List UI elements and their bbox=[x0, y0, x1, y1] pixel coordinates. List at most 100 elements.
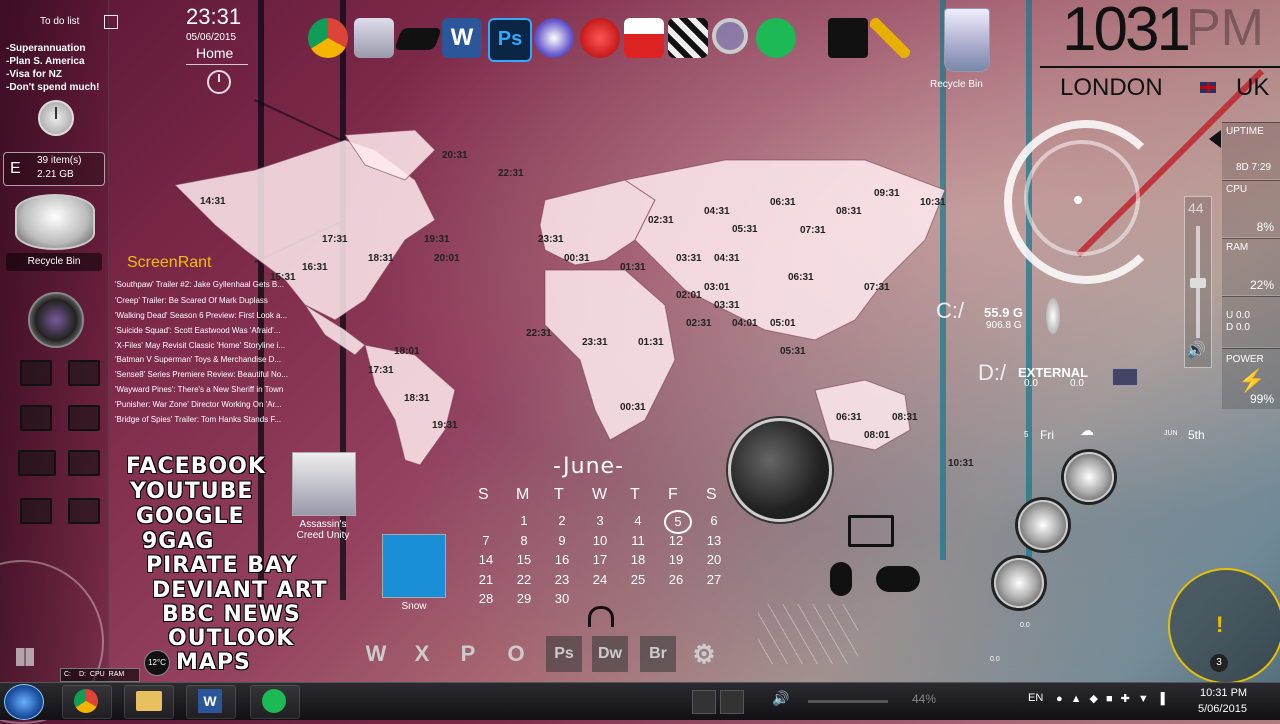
skyrim-icon[interactable] bbox=[828, 18, 868, 58]
snow-icon[interactable] bbox=[382, 534, 446, 598]
news-item[interactable]: 'Batman V Superman' Toys & Merchandise D… bbox=[115, 355, 305, 364]
calendar-day[interactable]: 2 bbox=[550, 513, 574, 528]
news-item[interactable]: 'Creep' Trailer: Be Scared Of Mark Dupla… bbox=[115, 296, 305, 305]
taskbar-date[interactable]: 5/06/2015 bbox=[1198, 703, 1247, 715]
calendar-day[interactable]: 20 bbox=[702, 552, 726, 567]
outlook-app-icon[interactable]: O bbox=[498, 636, 534, 672]
calendar-day[interactable]: 5 bbox=[664, 510, 692, 534]
link-pirate-bay[interactable]: PIRATE BAY bbox=[146, 553, 298, 578]
recycle-bin-label[interactable]: Recycle Bin bbox=[6, 253, 102, 271]
powerpoint-app-icon[interactable]: P bbox=[450, 636, 486, 672]
calendar-day[interactable]: 9 bbox=[550, 533, 574, 548]
link-9gag[interactable]: 9GAG bbox=[142, 529, 214, 554]
compass-app-button[interactable] bbox=[1064, 452, 1114, 502]
todo-item[interactable]: -Don't spend much! bbox=[6, 81, 99, 94]
word-app-icon[interactable]: W bbox=[358, 636, 394, 672]
calendar-day[interactable]: 10 bbox=[588, 533, 612, 548]
gamepad-icon[interactable] bbox=[876, 566, 920, 592]
word-icon[interactable]: W bbox=[442, 18, 482, 58]
news-item[interactable]: 'Punisher: War Zone' Director Working On… bbox=[115, 400, 305, 409]
gear-icon[interactable]: ⚙ bbox=[686, 636, 722, 672]
todo-checkbox[interactable] bbox=[104, 15, 118, 29]
tools-icon[interactable] bbox=[68, 498, 100, 524]
mouse-icon[interactable] bbox=[830, 562, 852, 596]
folder-icon[interactable] bbox=[354, 18, 394, 58]
windows-logo-icon[interactable] bbox=[16, 648, 34, 666]
calendar-day[interactable]: 7 bbox=[474, 533, 498, 548]
calendar-day[interactable]: 4 bbox=[626, 513, 650, 528]
recycle-bin-label[interactable]: Recycle Bin bbox=[930, 79, 983, 90]
popcorn-icon[interactable] bbox=[624, 18, 664, 58]
calendar-day[interactable]: 17 bbox=[588, 552, 612, 567]
monitor-icon[interactable] bbox=[848, 515, 894, 547]
news-item[interactable]: 'Wayward Pines': There's a New Sheriff i… bbox=[115, 385, 305, 394]
volume-track[interactable] bbox=[808, 700, 888, 703]
calculator-icon[interactable] bbox=[68, 450, 100, 476]
documents-folder-icon[interactable] bbox=[68, 405, 100, 431]
headphones-icon[interactable] bbox=[588, 606, 614, 627]
pictures-folder-icon[interactable] bbox=[68, 360, 100, 386]
assassins-creed-icon[interactable] bbox=[292, 452, 356, 516]
start-button[interactable] bbox=[4, 684, 44, 720]
todo-item[interactable]: -Plan S. America bbox=[6, 55, 99, 68]
folder-icon[interactable] bbox=[20, 360, 52, 386]
news-item[interactable]: 'Suicide Squad': Scott Eastwood Was 'Afr… bbox=[115, 326, 305, 335]
speaker-icon[interactable] bbox=[28, 292, 84, 348]
todo-item[interactable]: -Visa for NZ bbox=[6, 68, 99, 81]
calendar-day[interactable]: 23 bbox=[550, 572, 574, 587]
news-item[interactable]: 'Walking Dead' Season 6 Preview: First L… bbox=[115, 311, 305, 320]
calendar-day[interactable]: 13 bbox=[702, 533, 726, 548]
screenrant-title[interactable]: ScreenRant bbox=[127, 254, 212, 272]
link-facebook[interactable]: FACEBOOK bbox=[126, 454, 266, 479]
edit-icon[interactable] bbox=[20, 498, 52, 524]
arrow-left-icon[interactable] bbox=[1200, 130, 1221, 148]
calendar-day[interactable]: 22 bbox=[512, 572, 536, 587]
link-deviant-art[interactable]: DEVIANT ART bbox=[152, 578, 328, 603]
torrent-icon[interactable] bbox=[534, 18, 574, 58]
calendar-day[interactable]: 1 bbox=[512, 513, 536, 528]
excel-app-icon[interactable]: X bbox=[404, 636, 440, 672]
news-item[interactable]: 'Bridge of Spies' Trailer: Tom Hanks Sta… bbox=[115, 415, 305, 424]
globe-icon[interactable] bbox=[728, 418, 832, 522]
recycle-bin-icon[interactable] bbox=[944, 8, 990, 72]
volume-minus-button[interactable] bbox=[692, 690, 716, 714]
calendar-day[interactable]: 19 bbox=[664, 552, 688, 567]
news-item[interactable]: 'Southpaw' Trailer #2: Jake Gyllenhaal G… bbox=[115, 280, 305, 289]
calendar-day[interactable]: 18 bbox=[626, 552, 650, 567]
clapper-icon[interactable] bbox=[668, 18, 708, 58]
calendar-day[interactable]: 21 bbox=[474, 572, 498, 587]
link-google[interactable]: GOOGLE bbox=[136, 504, 245, 529]
laptop-icon[interactable] bbox=[18, 450, 56, 476]
spotify-icon[interactable] bbox=[756, 18, 796, 58]
calendar-day[interactable]: 30 bbox=[550, 591, 574, 606]
chrome-icon[interactable] bbox=[308, 18, 348, 58]
ccleaner-icon[interactable] bbox=[580, 18, 620, 58]
calendar-day[interactable]: 25 bbox=[626, 572, 650, 587]
volume-slider-handle[interactable] bbox=[1190, 278, 1206, 288]
calendar-day[interactable]: 27 bbox=[702, 572, 726, 587]
music-folder-icon[interactable] bbox=[20, 405, 52, 431]
calendar-day[interactable]: 11 bbox=[626, 533, 650, 548]
calendar-day[interactable]: 8 bbox=[512, 533, 536, 548]
window-button[interactable] bbox=[994, 558, 1044, 608]
link-outlook[interactable]: OUTLOOK bbox=[168, 626, 294, 651]
drive-c-label[interactable]: C:/ bbox=[936, 298, 964, 324]
magnifier-icon[interactable] bbox=[712, 18, 748, 54]
calendar-day[interactable]: 16 bbox=[550, 552, 574, 567]
calendar-day[interactable]: 24 bbox=[588, 572, 612, 587]
link-bbc-news[interactable]: BBC NEWS bbox=[162, 602, 301, 627]
taskbar-time[interactable]: 10:31 PM bbox=[1200, 687, 1247, 699]
news-item[interactable]: 'Sense8' Series Premiere Review: Beautif… bbox=[115, 370, 305, 379]
news-item[interactable]: 'X-Files' May Revisit Classic 'Home' Sto… bbox=[115, 341, 305, 350]
calendar-day[interactable]: 12 bbox=[664, 533, 688, 548]
stopwatch-button[interactable] bbox=[1018, 500, 1068, 550]
speaker-icon[interactable]: 🔊 bbox=[1186, 340, 1206, 360]
dreamweaver-app-icon[interactable]: Dw bbox=[592, 636, 628, 672]
calendar-day[interactable]: 14 bbox=[474, 552, 498, 567]
power-icon[interactable] bbox=[207, 70, 231, 94]
clock-icon[interactable] bbox=[38, 100, 74, 136]
drive-d-label[interactable]: D:/ bbox=[978, 360, 1006, 386]
calendar-day[interactable]: 3 bbox=[588, 513, 612, 528]
photoshop-app-icon[interactable]: Ps bbox=[546, 636, 582, 672]
photoshop-icon[interactable]: Ps bbox=[488, 18, 532, 62]
